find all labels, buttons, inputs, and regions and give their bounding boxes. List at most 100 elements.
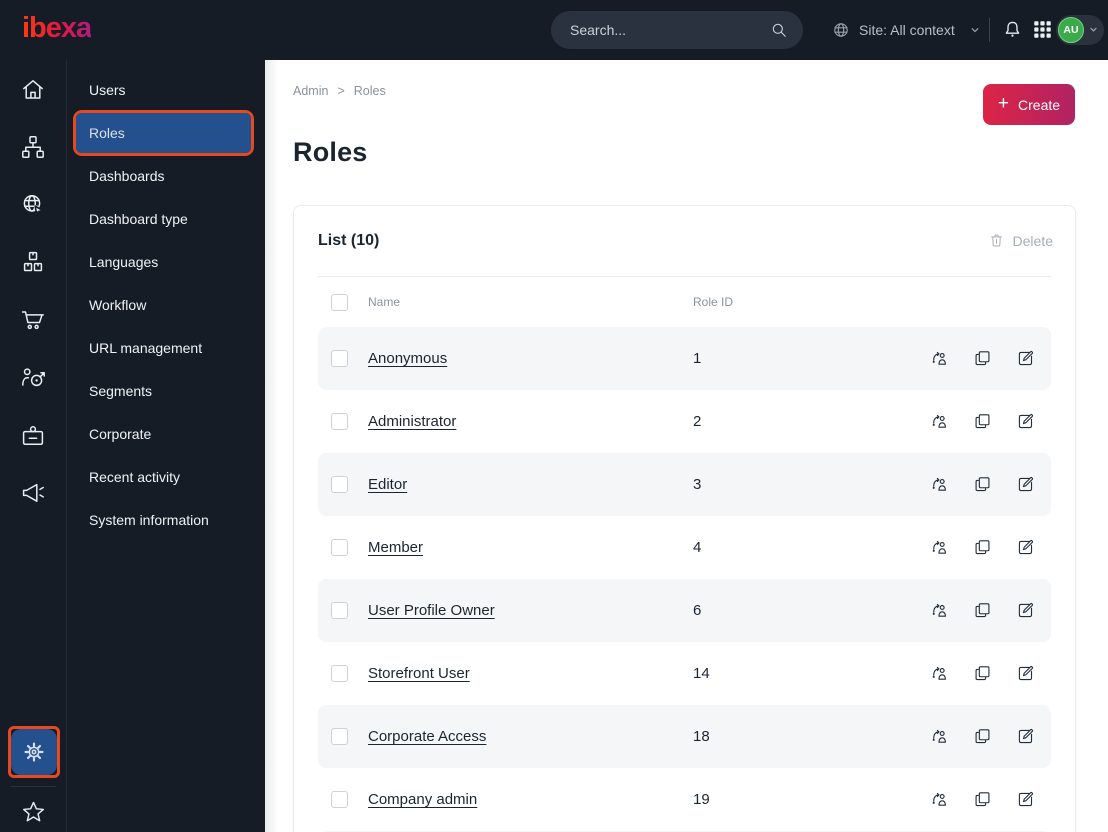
sidebar-item-admin-highlighted[interactable] <box>8 726 60 778</box>
user-avatar[interactable]: AU <box>1058 17 1084 43</box>
row-checkbox[interactable] <box>331 728 348 745</box>
menu-item-recent-activity[interactable]: Recent activity <box>67 456 265 498</box>
copy-role-button[interactable] <box>973 727 992 746</box>
edit-role-button[interactable] <box>1016 475 1035 494</box>
assign-users-button[interactable] <box>930 538 949 557</box>
row-checkbox[interactable] <box>331 350 348 367</box>
role-name-link[interactable]: Member <box>368 516 423 579</box>
row-checkbox[interactable] <box>331 413 348 430</box>
sidebar-item-commerce[interactable] <box>0 298 66 342</box>
assign-user-icon <box>930 601 949 620</box>
sidebar-item-content[interactable] <box>0 125 66 169</box>
edit-role-button[interactable] <box>1016 727 1035 746</box>
notifications-bell-icon[interactable] <box>1001 18 1024 41</box>
assign-users-button[interactable] <box>930 349 949 368</box>
copy-role-button[interactable] <box>973 538 992 557</box>
table-row: User Profile Owner 6 <box>318 579 1051 642</box>
edit-icon <box>1016 601 1035 620</box>
app-grid-icon[interactable] <box>1031 18 1054 41</box>
role-name-link[interactable]: Company admin <box>368 768 477 831</box>
select-all-checkbox[interactable] <box>331 294 348 311</box>
copy-role-button[interactable] <box>973 601 992 620</box>
copy-role-button[interactable] <box>973 790 992 809</box>
site-globe-cursor-icon <box>19 191 47 219</box>
search-icon[interactable] <box>769 20 789 40</box>
breadcrumb-roles[interactable]: Roles <box>354 84 386 98</box>
menu-item-languages[interactable]: Languages <box>67 241 265 283</box>
menu-item-corporate[interactable]: Corporate <box>67 413 265 455</box>
assign-users-button[interactable] <box>930 790 949 809</box>
sidebar-item-personalization[interactable] <box>0 356 66 400</box>
row-checkbox[interactable] <box>331 476 348 493</box>
edit-role-button[interactable] <box>1016 790 1035 809</box>
copy-role-button[interactable] <box>973 412 992 431</box>
menu-item-dashboard-type[interactable]: Dashboard type <box>67 198 265 240</box>
create-button[interactable]: + Create <box>983 84 1075 125</box>
role-name-link[interactable]: Administrator <box>368 390 456 453</box>
sidebar-item-bookmarks[interactable] <box>0 790 66 832</box>
assign-users-button[interactable] <box>930 412 949 431</box>
row-checkbox[interactable] <box>331 791 348 808</box>
admin-menu-panel: Users Roles Dashboards Dashboard type La… <box>67 60 265 832</box>
gear-icon <box>21 739 47 765</box>
menu-item-users[interactable]: Users <box>67 69 265 111</box>
edit-role-button[interactable] <box>1016 601 1035 620</box>
search-input[interactable] <box>551 22 769 38</box>
menu-item-workflow[interactable]: Workflow <box>67 284 265 326</box>
edit-role-button[interactable] <box>1016 538 1035 557</box>
assign-user-icon <box>930 727 949 746</box>
edit-role-button[interactable] <box>1016 664 1035 683</box>
role-name-link[interactable]: Anonymous <box>368 327 447 390</box>
row-actions <box>930 768 1035 831</box>
copy-role-button[interactable] <box>973 475 992 494</box>
menu-item-segments[interactable]: Segments <box>67 370 265 412</box>
copy-role-button[interactable] <box>973 664 992 683</box>
edit-role-button[interactable] <box>1016 349 1035 368</box>
sidebar-item-corporate[interactable] <box>0 414 66 458</box>
assign-users-button[interactable] <box>930 601 949 620</box>
table-row: Member 4 <box>318 516 1051 579</box>
delete-button-label: Delete <box>1012 232 1053 249</box>
assign-user-icon <box>930 664 949 683</box>
ibexa-logo[interactable]: ibexa <box>22 12 92 45</box>
module-icon-rail <box>0 60 67 832</box>
edit-role-button[interactable] <box>1016 412 1035 431</box>
row-checkbox[interactable] <box>331 539 348 556</box>
sidebar-item-dashboard[interactable] <box>0 68 66 112</box>
role-name-link[interactable]: Corporate Access <box>368 705 486 768</box>
menu-item-system-information[interactable]: System information <box>67 499 265 541</box>
top-bar: ibexa Site: All context AU <box>0 0 1108 60</box>
sidebar-item-site[interactable] <box>0 183 66 227</box>
role-name-link[interactable]: User Profile Owner <box>368 579 495 642</box>
site-context-selector[interactable]: Site: All context <box>831 0 981 60</box>
menu-item-url-management[interactable]: URL management <box>67 327 265 369</box>
row-checkbox[interactable] <box>331 665 348 682</box>
assign-users-button[interactable] <box>930 727 949 746</box>
admin-active-tile[interactable] <box>11 729 57 775</box>
assign-users-button[interactable] <box>930 475 949 494</box>
role-id-value: 14 <box>693 665 710 682</box>
sidebar-item-marketing[interactable] <box>0 471 66 515</box>
column-header-role-id: Role ID <box>693 295 734 309</box>
menu-item-roles-highlighted[interactable]: Roles <box>73 110 254 156</box>
assign-users-button[interactable] <box>930 664 949 683</box>
copy-icon <box>973 601 992 620</box>
edit-icon <box>1016 727 1035 746</box>
user-menu[interactable]: AU <box>1056 15 1104 45</box>
delete-button[interactable]: Delete <box>988 232 1053 249</box>
row-checkbox[interactable] <box>331 602 348 619</box>
row-actions <box>930 642 1035 705</box>
products-boxes-icon <box>19 248 47 276</box>
copy-role-button[interactable] <box>973 349 992 368</box>
copy-icon <box>973 475 992 494</box>
copy-icon <box>973 412 992 431</box>
breadcrumb-admin[interactable]: Admin <box>293 84 328 98</box>
copy-icon <box>973 349 992 368</box>
menu-item-roles-selected[interactable]: Roles <box>76 113 251 153</box>
role-name-link[interactable]: Editor <box>368 453 407 516</box>
sidebar-item-products[interactable] <box>0 240 66 284</box>
breadcrumb-separator: > <box>337 84 345 98</box>
menu-item-dashboards[interactable]: Dashboards <box>67 155 265 197</box>
role-name-link[interactable]: Storefront User <box>368 642 470 705</box>
main-content: Admin > Roles + Create Roles List (10) D… <box>265 60 1108 832</box>
